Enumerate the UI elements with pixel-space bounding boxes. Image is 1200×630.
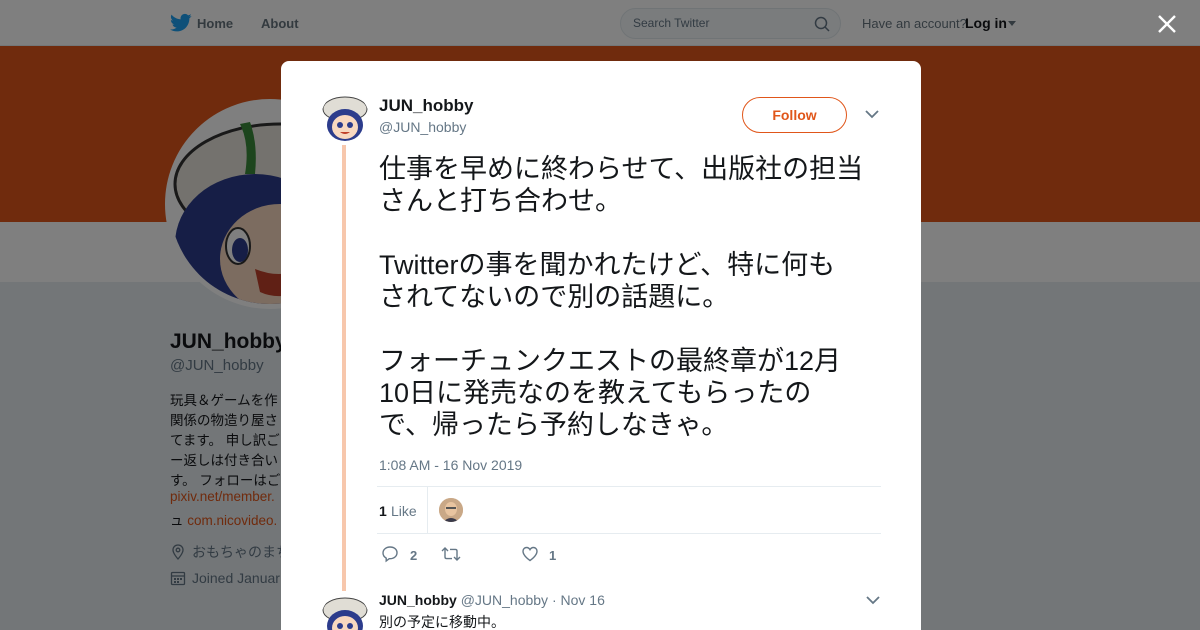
- tweet-author-name[interactable]: JUN_hobby: [379, 96, 473, 116]
- close-icon[interactable]: [1155, 12, 1179, 36]
- tweet-author-handle[interactable]: @JUN_hobby: [379, 119, 466, 135]
- heart-icon[interactable]: [521, 545, 539, 563]
- reply-author-name[interactable]: JUN_hobby: [379, 592, 457, 608]
- reply-icon[interactable]: [381, 545, 399, 563]
- retweet-icon[interactable]: [441, 545, 461, 563]
- avatar-illustration: [321, 93, 369, 141]
- thread-line: [342, 145, 346, 591]
- tweet-text: 仕事を早めに終わらせて、出版社の担当 さんと打ち合わせ。 Twitterの事を聞…: [379, 153, 889, 441]
- like-count[interactable]: 1: [379, 503, 387, 519]
- tweet-text-line: [379, 217, 889, 249]
- tweet-text-line: 10日に発売なのを教えてもらったの: [379, 378, 812, 408]
- reply-header: JUN_hobby @JUN_hobby · Nov 16: [379, 592, 605, 608]
- chevron-down-icon[interactable]: [866, 595, 880, 605]
- avatar-illustration: [439, 498, 463, 522]
- tweet-stats: 1 Like: [377, 486, 881, 534]
- like-label[interactable]: Like: [391, 503, 417, 519]
- tweet-text-line: 仕事を早めに終わらせて、出版社の担当: [379, 154, 864, 184]
- reply-author-handle[interactable]: @JUN_hobby: [461, 592, 548, 608]
- tweet-text-line: さんと打ち合わせ。: [379, 186, 622, 216]
- reply-text: 別の予定に移動中。: [379, 614, 505, 630]
- reply-separator: ·: [551, 592, 557, 608]
- chevron-down-icon[interactable]: [865, 109, 879, 119]
- reply-avatar[interactable]: [321, 594, 369, 630]
- tweet-modal: JUN_hobby @JUN_hobby Follow 仕事を早めに終わらせて、…: [281, 61, 921, 630]
- reply-date[interactable]: Nov 16: [561, 592, 605, 608]
- tweet-text-line: Twitterの事を聞かれたけど、特に何も: [379, 250, 836, 280]
- reply-count: 2: [410, 548, 418, 563]
- avatar[interactable]: [321, 93, 369, 141]
- tweet-text-line: で、帰ったら予約しなきゃ。: [379, 410, 729, 440]
- tweet-text-line: フォーチュンクエストの最終章が12月: [379, 346, 842, 376]
- liker-avatar[interactable]: [439, 498, 463, 522]
- avatar-illustration: [321, 594, 369, 630]
- favorite-count: 1: [549, 548, 557, 563]
- follow-button[interactable]: Follow: [742, 97, 847, 133]
- tweet-timestamp[interactable]: 1:08 AM - 16 Nov 2019: [379, 457, 522, 473]
- tweet-text-line: されてないので別の話題に。: [379, 282, 730, 312]
- stats-divider: [427, 487, 428, 533]
- tweet-text-line: [379, 313, 889, 345]
